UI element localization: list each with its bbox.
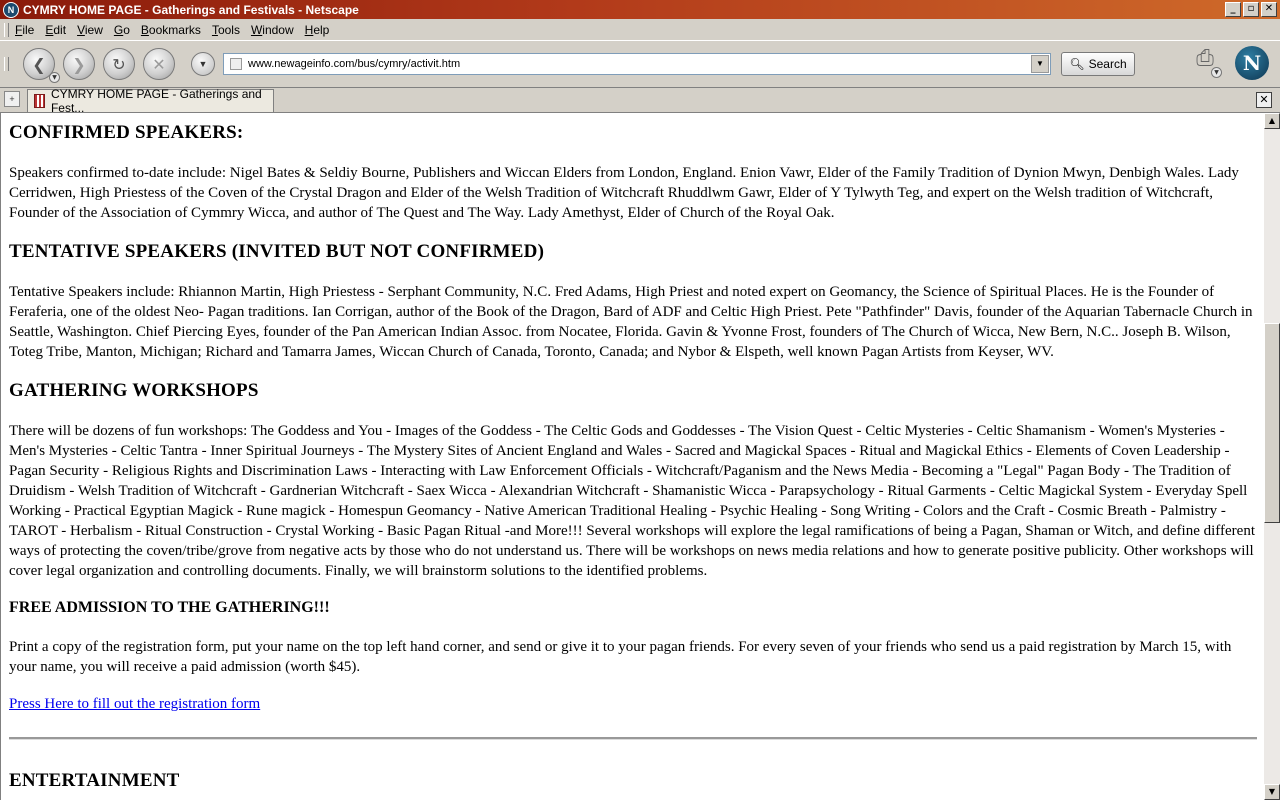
tentative-speakers-text: Tentative Speakers include: Rhiannon Mar… [9,284,1253,360]
print-button[interactable]: ⎙ ▼ [1188,46,1222,78]
stop-button[interactable]: ✕ [143,48,175,80]
navigation-toolbar: ❮ ▼ ❯ ↻ ✕ ▼ www.newageinfo.com/bus/cymry… [0,40,1280,88]
menu-window[interactable]: Window [251,23,294,37]
back-history-dropdown-icon[interactable]: ▼ [49,72,60,83]
netscape-app-icon[interactable]: N [3,1,19,18]
menu-file-label: ile [22,22,35,37]
window-title: CYMRY HOME PAGE - Gatherings and Festiva… [23,2,359,17]
stop-icon: ✕ [152,54,166,74]
section-divider [9,737,1257,740]
menubar-grip[interactable] [4,22,9,37]
netscape-logo[interactable]: N [1235,46,1269,80]
menu-go-mnemonic: G [113,22,124,37]
menu-edit[interactable]: Edit [45,23,66,37]
tab-bar: + CYMRY HOME PAGE - Gatherings and Fest.… [0,87,1280,115]
back-button[interactable]: ❮ ▼ [23,48,60,83]
menu-view-label: iew [84,22,103,37]
tab-cymry-home[interactable]: CYMRY HOME PAGE - Gatherings and Fest... [27,87,274,115]
menu-bar: File Edit View Go Bookmarks Tools Window… [0,19,1280,40]
menu-window-label: indow [262,22,294,37]
window-controls: _ ▫ ✕ [1225,2,1277,17]
close-tab-icon[interactable]: ✕ [1256,92,1272,108]
menu-edit-label: dit [53,22,67,37]
search-icon: 🔍︎ [1069,57,1085,71]
restore-button[interactable]: ▫ [1243,2,1259,17]
menu-window-mnemonic: W [250,22,263,37]
forward-arrow-icon: ❯ [72,54,86,74]
tentative-speakers-heading: TENTATIVE SPEAKERS (INVITED BUT NOT CONF… [9,241,545,262]
menu-go-label: o [123,22,130,37]
vertical-scrollbar[interactable]: ▲ ▼ [1264,113,1280,800]
toolbar-grip[interactable] [4,57,9,71]
back-arrow-icon: ❮ [32,54,46,74]
menu-bookmarks-label: ookmarks [148,22,201,37]
new-tab-icon[interactable]: + [4,91,20,107]
close-window-button[interactable]: ✕ [1261,2,1277,17]
search-button[interactable]: 🔍︎ Search [1061,52,1135,76]
gathering-workshops-text: There will be dozens of fun workshops: T… [9,423,1255,579]
menu-file[interactable]: File [15,23,34,37]
registration-form-link[interactable]: Press Here to fill out the registration … [9,696,260,712]
menu-help[interactable]: Help [305,23,330,37]
menu-bookmarks[interactable]: Bookmarks [141,23,201,37]
free-admission-heading: FREE ADMISSION TO THE GATHERING!!! [9,599,330,616]
scrollbar-thumb[interactable] [1264,323,1280,523]
menu-bookmarks-mnemonic: B [140,22,149,37]
menu-help-mnemonic: H [304,22,314,37]
printer-icon: ⎙ [1196,46,1214,71]
menu-tools[interactable]: Tools [212,23,240,37]
tab-page-icon [34,94,45,108]
minimize-button[interactable]: _ [1225,2,1241,17]
confirmed-speakers-heading: CONFIRMED SPEAKERS: [9,122,244,143]
entertainment-heading: ENTERTAINMENT [9,770,180,791]
scroll-down-arrow-icon[interactable]: ▼ [1264,784,1280,800]
gathering-workshops-heading: GATHERING WORKSHOPS [9,380,259,401]
page-content: CONFIRMED SPEAKERS: Speakers confirmed t… [0,113,1264,800]
print-dropdown-icon[interactable]: ▼ [1211,67,1222,78]
menu-view[interactable]: View [77,23,103,37]
title-bar: N CYMRY HOME PAGE - Gatherings and Festi… [0,0,1280,19]
page-icon [230,58,242,70]
scroll-up-arrow-icon[interactable]: ▲ [1264,113,1280,129]
confirmed-speakers-text: Speakers confirmed to-date include: Nige… [9,165,1239,221]
reload-button[interactable]: ↻ [103,48,135,80]
menu-help-label: elp [313,22,330,37]
reload-icon: ↻ [112,54,126,74]
url-history-dropdown-icon[interactable]: ▼ [191,52,215,76]
url-field[interactable]: www.newageinfo.com/bus/cymry/activit.htm… [223,53,1051,75]
url-dropdown-icon[interactable]: ▼ [1031,55,1049,73]
menu-go[interactable]: Go [114,23,130,37]
search-label: Search [1088,57,1127,71]
url-text[interactable]: www.newageinfo.com/bus/cymry/activit.htm [248,58,460,70]
menu-tools-label: ools [217,22,240,37]
tab-label: CYMRY HOME PAGE - Gatherings and Fest... [50,87,262,115]
menu-view-mnemonic: V [77,22,85,37]
forward-button[interactable]: ❯ [63,48,95,80]
free-admission-text: Print a copy of the registration form, p… [9,639,1232,675]
